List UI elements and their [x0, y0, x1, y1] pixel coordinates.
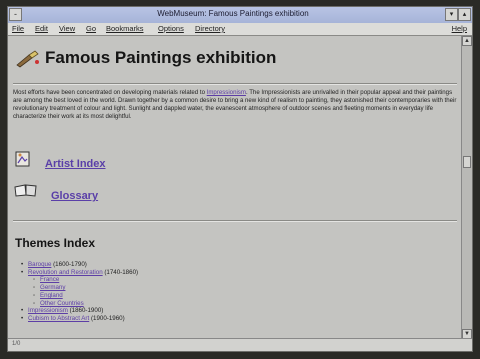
- page-title: Famous Paintings exhibition: [45, 48, 277, 67]
- list-item: Baroque (1600-1790): [21, 261, 138, 269]
- menu-go[interactable]: Go: [86, 24, 96, 33]
- list-item: Other Countries: [33, 300, 138, 308]
- france-link[interactable]: France: [40, 276, 59, 283]
- status-bar: 1/0: [8, 338, 472, 351]
- page-content: Famous Paintings exhibition Most efforts…: [8, 36, 463, 339]
- scroll-up-arrow-icon[interactable]: ▲: [462, 36, 472, 46]
- list-item: Impressionism (1860-1900): [21, 307, 138, 315]
- list-item-years: (1860-1900): [67, 307, 104, 315]
- germany-link[interactable]: Germany: [40, 284, 65, 291]
- menu-options[interactable]: Options: [158, 24, 184, 33]
- menu-directory[interactable]: Directory: [195, 24, 225, 33]
- divider: [13, 83, 457, 85]
- artist-index-link[interactable]: Artist Index: [45, 158, 106, 170]
- intro-paragraph: Most efforts have been concentrated on d…: [13, 89, 459, 121]
- baroque-link[interactable]: Baroque: [28, 261, 51, 268]
- glossary-link[interactable]: Glossary: [51, 190, 98, 202]
- list-item: France: [33, 276, 138, 284]
- paintbrush-icon: [16, 50, 39, 68]
- scroll-thumb[interactable]: [463, 156, 471, 168]
- menu-bar: File Edit View Go Bookmarks Options Dire…: [8, 23, 472, 36]
- england-link[interactable]: England: [40, 292, 63, 299]
- impressionism-link[interactable]: Impressionism: [207, 89, 246, 96]
- browser-window: - WebMuseum: Famous Paintings exhibition…: [7, 6, 473, 352]
- menu-file[interactable]: File: [12, 24, 24, 33]
- window-title: WebMuseum: Famous Paintings exhibition: [157, 9, 309, 18]
- list-item-years: (1900-1960): [89, 314, 125, 322]
- intro-text: Most efforts have been concentrated on d…: [13, 89, 207, 96]
- list-item: Cubism to Abstract Art (1900-1960): [21, 315, 138, 323]
- divider: [13, 220, 457, 222]
- menu-help[interactable]: Help: [452, 24, 467, 33]
- system-menu-button[interactable]: -: [9, 8, 22, 21]
- glossary-book-icon[interactable]: [14, 183, 38, 197]
- title-bar[interactable]: - WebMuseum: Famous Paintings exhibition…: [8, 7, 472, 24]
- revolution-link[interactable]: Revolution and Restoration: [28, 269, 103, 276]
- themes-list: Baroque (1600-1790) Revolution and Resto…: [21, 261, 138, 323]
- menu-bookmarks[interactable]: Bookmarks: [106, 24, 144, 33]
- minimize-button[interactable]: ▾: [445, 8, 458, 21]
- other-countries-link[interactable]: Other Countries: [40, 300, 84, 307]
- status-text: 1/0: [12, 341, 21, 347]
- list-item-years: (1600-1790): [51, 261, 87, 268]
- cubism-link[interactable]: Cubism to Abstract Art: [28, 315, 89, 322]
- menu-edit[interactable]: Edit: [35, 24, 48, 33]
- impressionism-theme-link[interactable]: Impressionism: [28, 307, 68, 314]
- artist-index-icon[interactable]: [14, 150, 32, 168]
- sub-list: France Germany England Other Countries: [21, 276, 138, 307]
- list-item: Germany: [33, 284, 138, 292]
- list-item: Revolution and Restoration (1740-1860): [21, 269, 138, 277]
- menu-view[interactable]: View: [59, 24, 75, 33]
- list-item: England: [33, 292, 138, 300]
- themes-index-heading: Themes Index: [15, 236, 96, 250]
- maximize-button[interactable]: ▴: [458, 8, 471, 21]
- list-item-years: (1740-1860): [102, 268, 139, 276]
- vertical-scrollbar[interactable]: ▲ ▼: [461, 36, 472, 339]
